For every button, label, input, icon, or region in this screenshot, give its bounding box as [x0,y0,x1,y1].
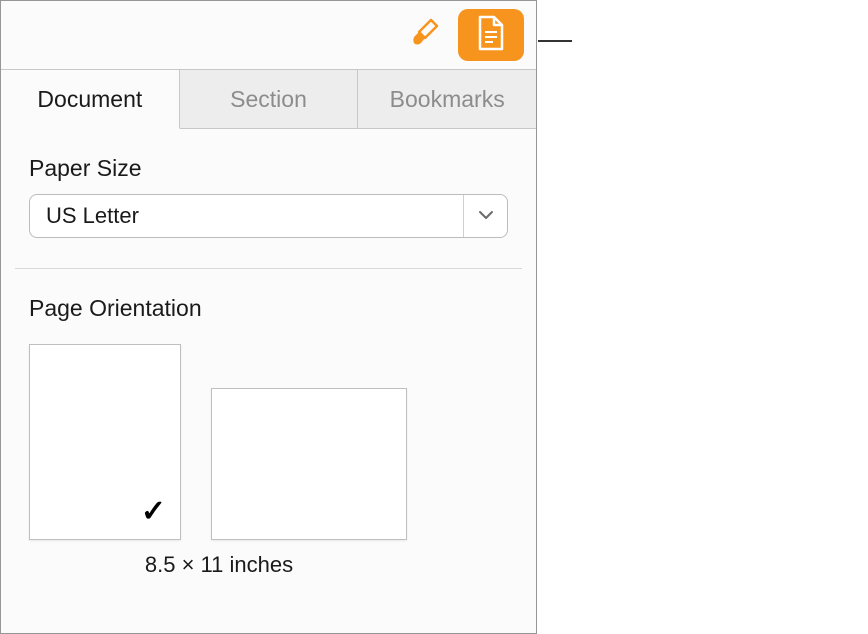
inspector-content: Paper Size US Letter Page Orientation ✓ … [1,129,536,578]
tab-section-label: Section [230,86,307,113]
check-icon: ✓ [141,494,166,529]
tab-bookmarks-label: Bookmarks [390,86,505,113]
page-orientation-label: Page Orientation [29,295,508,322]
format-button[interactable] [408,17,444,53]
tab-document[interactable]: Document [1,70,180,129]
toolbar [1,1,536,69]
tab-document-label: Document [37,86,142,113]
paper-size-value: US Letter [30,195,463,237]
tab-bookmarks[interactable]: Bookmarks [358,70,536,128]
divider [15,268,522,269]
page-dimensions: 8.5 × 11 inches [29,552,409,578]
orientation-portrait[interactable]: ✓ [29,344,181,540]
select-arrow [463,195,507,237]
chevron-down-icon [478,207,494,225]
tab-section[interactable]: Section [180,70,359,128]
callout-line [538,40,572,42]
tab-bar: Document Section Bookmarks [1,69,536,129]
orientation-options: ✓ [29,344,508,540]
document-icon [476,15,506,56]
paper-size-label: Paper Size [29,155,508,182]
paintbrush-icon [409,16,443,55]
inspector-panel: Document Section Bookmarks Paper Size US… [0,0,537,634]
paper-size-select[interactable]: US Letter [29,194,508,238]
orientation-landscape[interactable] [211,388,407,540]
document-inspector-button[interactable] [458,9,524,61]
